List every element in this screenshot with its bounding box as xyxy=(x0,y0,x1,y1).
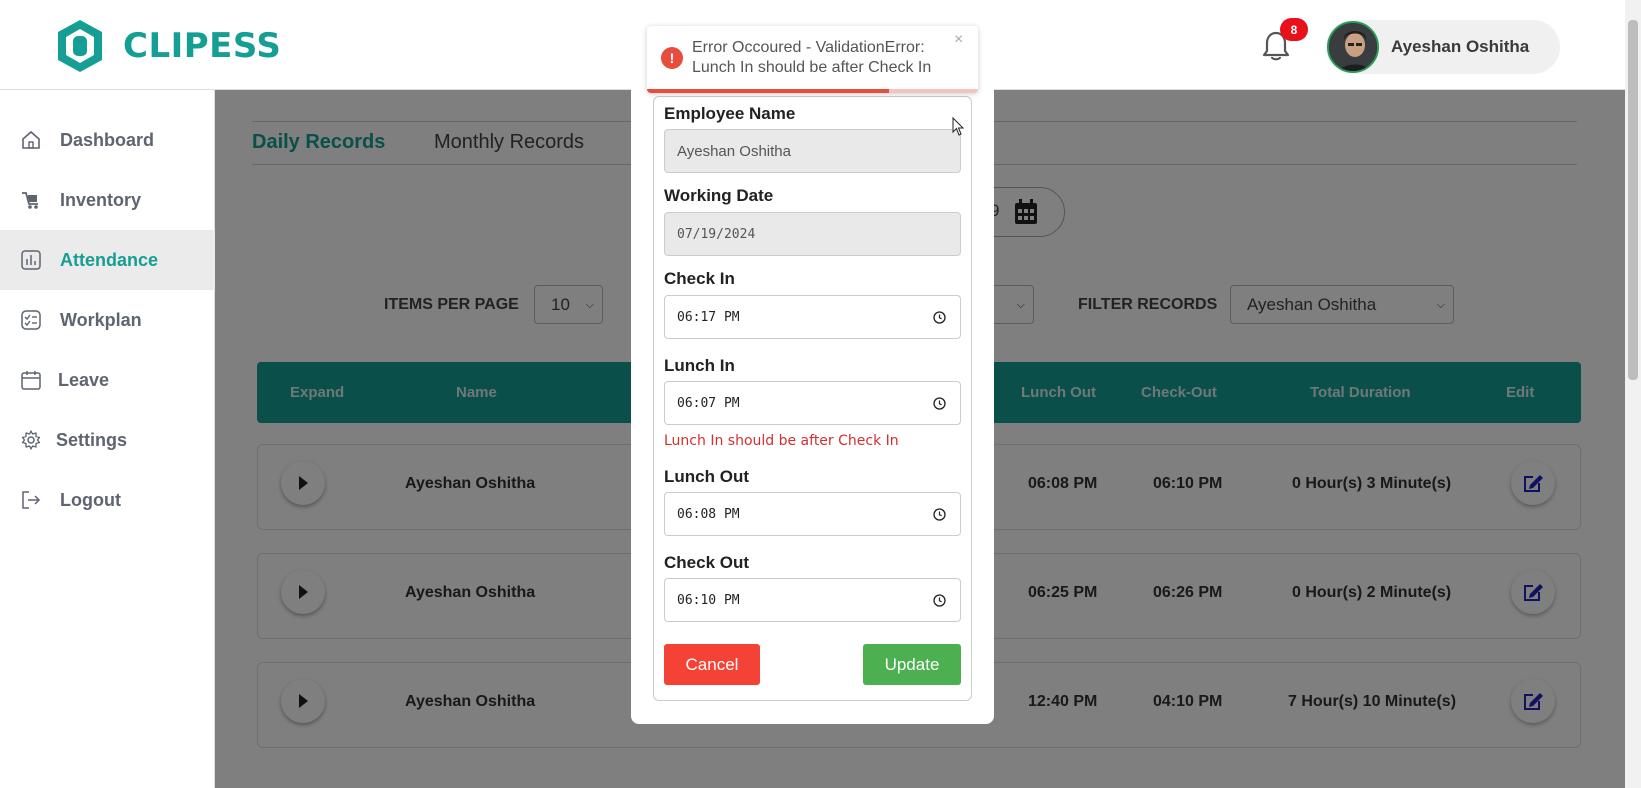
home-icon xyxy=(22,130,40,149)
close-icon[interactable]: × xyxy=(954,31,963,49)
logout-icon xyxy=(22,491,41,509)
employee-name-value: Ayeshan Oshitha xyxy=(677,142,791,160)
error-toast: ! Error Occoured - ValidationError: Lunc… xyxy=(647,26,978,93)
sidebar-item-attendance[interactable]: Attendance xyxy=(0,230,215,290)
check-out-label: Check Out xyxy=(664,553,750,572)
check-in-value: 06:17 PM xyxy=(677,309,740,325)
check-out-value: 06:10 PM xyxy=(677,592,740,608)
brand-logo[interactable]: CLIPESS xyxy=(55,18,281,74)
lunch-in-value: 06:07 PM xyxy=(677,395,740,411)
clock-icon[interactable] xyxy=(933,311,946,324)
sidebar: Dashboard Inventory Attendance Workplan xyxy=(0,90,215,788)
update-button[interactable]: Update xyxy=(863,644,961,685)
sidebar-item-logout[interactable]: Logout xyxy=(0,470,215,530)
avatar-photo-icon xyxy=(1329,23,1377,71)
sidebar-item-label: Inventory xyxy=(60,189,142,210)
gear-icon xyxy=(21,430,41,450)
lunch-out-field[interactable]: 06:08 PM xyxy=(664,492,961,536)
sidebar-item-workplan[interactable]: Workplan xyxy=(0,290,215,350)
working-date-label: Working Date xyxy=(664,186,774,205)
sidebar-item-label: Dashboard xyxy=(60,129,155,150)
sidebar-item-leave[interactable]: Leave xyxy=(0,350,215,410)
sidebar-item-label: Logout xyxy=(60,489,121,510)
sidebar-item-label: Attendance xyxy=(60,249,159,270)
clock-icon[interactable] xyxy=(933,594,946,607)
sidebar-item-label: Settings xyxy=(56,429,128,450)
checklist-icon xyxy=(21,310,41,330)
sidebar-item-inventory[interactable]: Inventory xyxy=(0,170,215,230)
sidebar-item-label: Workplan xyxy=(60,309,142,330)
notification-count-badge: 8 xyxy=(1280,18,1308,41)
employee-name-field: Ayeshan Oshitha xyxy=(664,129,961,173)
clock-icon[interactable] xyxy=(933,508,946,521)
error-icon: ! xyxy=(661,47,683,69)
sidebar-item-settings[interactable]: Settings xyxy=(0,410,215,470)
check-in-field[interactable]: 06:17 PM xyxy=(664,295,961,339)
working-date-value: 07/19/2024 xyxy=(677,226,756,242)
page-scrollbar-thumb[interactable] xyxy=(1628,20,1638,380)
inventory-icon xyxy=(22,192,38,209)
lunch-out-label: Lunch Out xyxy=(664,467,749,486)
sidebar-item-label: Leave xyxy=(58,369,110,390)
check-in-label: Check In xyxy=(664,269,735,288)
check-out-field[interactable]: 06:10 PM xyxy=(664,578,961,622)
toast-progress-bar xyxy=(647,89,889,93)
lunch-in-field[interactable]: 06:07 PM xyxy=(664,381,961,425)
toast-message: Error Occoured - ValidationError: Lunch … xyxy=(692,39,932,76)
user-profile-chip[interactable]: Ayeshan Oshitha xyxy=(1326,20,1560,74)
calendar-icon xyxy=(21,371,41,390)
user-name: Ayeshan Oshitha xyxy=(1391,37,1530,56)
brand-name: CLIPESS xyxy=(123,26,282,66)
logo-mark-icon xyxy=(58,20,102,72)
lunch-out-value: 06:08 PM xyxy=(677,506,740,522)
user-avatar xyxy=(1327,21,1379,73)
sidebar-item-dashboard[interactable]: Dashboard xyxy=(0,110,215,170)
cancel-button[interactable]: Cancel xyxy=(664,644,760,685)
employee-name-label: Employee Name xyxy=(664,104,796,123)
chart-icon xyxy=(21,250,41,270)
working-date-field: 07/19/2024 xyxy=(664,212,961,256)
lunch-in-error-message: Lunch In should be after Check In xyxy=(664,433,899,449)
mouse-cursor-icon xyxy=(952,117,964,136)
clock-icon[interactable] xyxy=(933,397,946,410)
lunch-in-label: Lunch In xyxy=(664,356,735,375)
